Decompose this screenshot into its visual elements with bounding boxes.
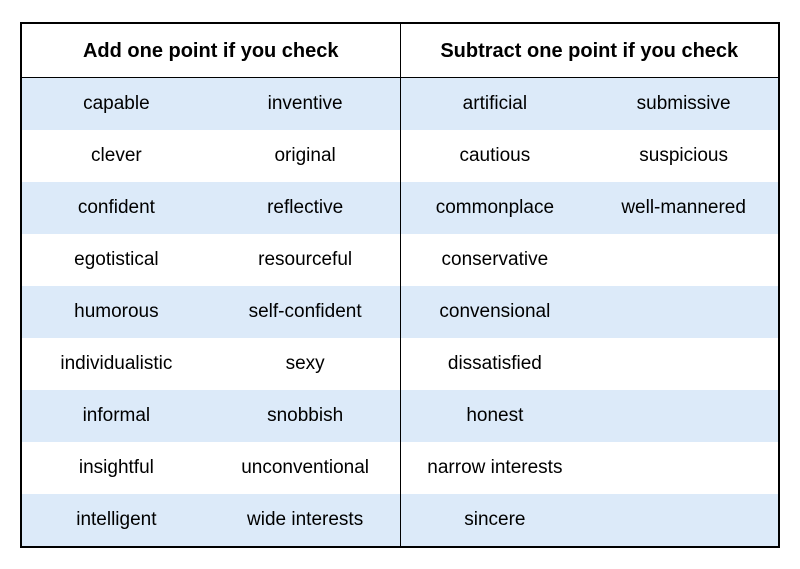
table-row: clever original <box>22 130 400 182</box>
table-row: sincere <box>401 494 779 546</box>
subtract-cell: convensional <box>401 301 590 323</box>
table-row: narrow interests <box>401 442 779 494</box>
add-cell: reflective <box>211 197 400 219</box>
header-add: Add one point if you check <box>22 24 401 77</box>
subtract-cell: dissatisfied <box>401 353 590 375</box>
add-cell: clever <box>22 145 211 167</box>
add-cell: insightful <box>22 457 211 479</box>
table-row: convensional <box>401 286 779 338</box>
add-cell: individualistic <box>22 353 211 375</box>
subtract-cell: conservative <box>401 249 590 271</box>
add-cell: unconventional <box>211 457 400 479</box>
table-row: artificial submissive <box>401 78 779 130</box>
add-cell: informal <box>22 405 211 427</box>
add-cell: resourceful <box>211 249 400 271</box>
add-cell: humorous <box>22 301 211 323</box>
subtract-cell: artificial <box>401 93 590 115</box>
add-cell: inventive <box>211 93 400 115</box>
add-cell: self-confident <box>211 301 400 323</box>
table-row: insightful unconventional <box>22 442 400 494</box>
subtract-cell: sincere <box>401 509 590 531</box>
add-cell: original <box>211 145 400 167</box>
subtract-cell: well-mannered <box>589 197 778 219</box>
subtract-cell: narrow interests <box>401 457 590 479</box>
table-row: humorous self-confident <box>22 286 400 338</box>
table-row: capable inventive <box>22 78 400 130</box>
add-cell: sexy <box>211 353 400 375</box>
table-row: individualistic sexy <box>22 338 400 390</box>
table-row: egotistical resourceful <box>22 234 400 286</box>
add-cell: intelligent <box>22 509 211 531</box>
subtract-cell: submissive <box>589 93 778 115</box>
subtract-cell: honest <box>401 405 590 427</box>
add-cell: capable <box>22 93 211 115</box>
subtract-cell: commonplace <box>401 197 590 219</box>
add-cell: confident <box>22 197 211 219</box>
subtract-column-group: artificial submissive cautious suspiciou… <box>401 78 779 546</box>
subtract-cell: cautious <box>401 145 590 167</box>
add-cell: snobbish <box>211 405 400 427</box>
table-row: informal snobbish <box>22 390 400 442</box>
table-row: intelligent wide interests <box>22 494 400 546</box>
scoring-table: Add one point if you check Subtract one … <box>20 22 780 548</box>
table-row: dissatisfied <box>401 338 779 390</box>
table-row: confident reflective <box>22 182 400 234</box>
add-cell: wide interests <box>211 509 400 531</box>
table-row: commonplace well-mannered <box>401 182 779 234</box>
table-row: cautious suspicious <box>401 130 779 182</box>
add-column-group: capable inventive clever original confid… <box>22 78 401 546</box>
table-row: honest <box>401 390 779 442</box>
add-cell: egotistical <box>22 249 211 271</box>
header-subtract: Subtract one point if you check <box>401 24 779 77</box>
table-body: capable inventive clever original confid… <box>22 78 778 546</box>
subtract-cell: suspicious <box>589 145 778 167</box>
table-header-row: Add one point if you check Subtract one … <box>22 24 778 78</box>
table-row: conservative <box>401 234 779 286</box>
